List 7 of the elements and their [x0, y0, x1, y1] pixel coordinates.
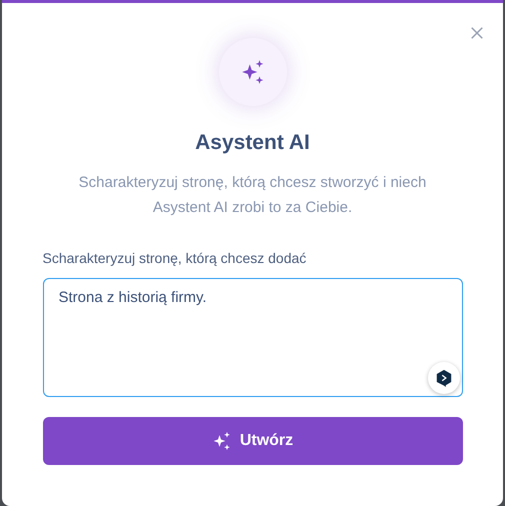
- description-field[interactable]: Strona z historią firmy.: [42, 278, 462, 397]
- create-button[interactable]: Utwórz: [42, 417, 462, 465]
- sparkles-icon: [212, 431, 232, 451]
- dialog-title: Asystent AI: [195, 130, 310, 156]
- field-label: Scharakteryzuj stronę, którą chcesz dodać: [42, 249, 308, 268]
- dialog-description: Scharakteryzuj stronę, którą chcesz stworzyć i niech Asystent AI zrobi to za Ciebie.: [78, 173, 428, 218]
- close-icon: [470, 26, 484, 40]
